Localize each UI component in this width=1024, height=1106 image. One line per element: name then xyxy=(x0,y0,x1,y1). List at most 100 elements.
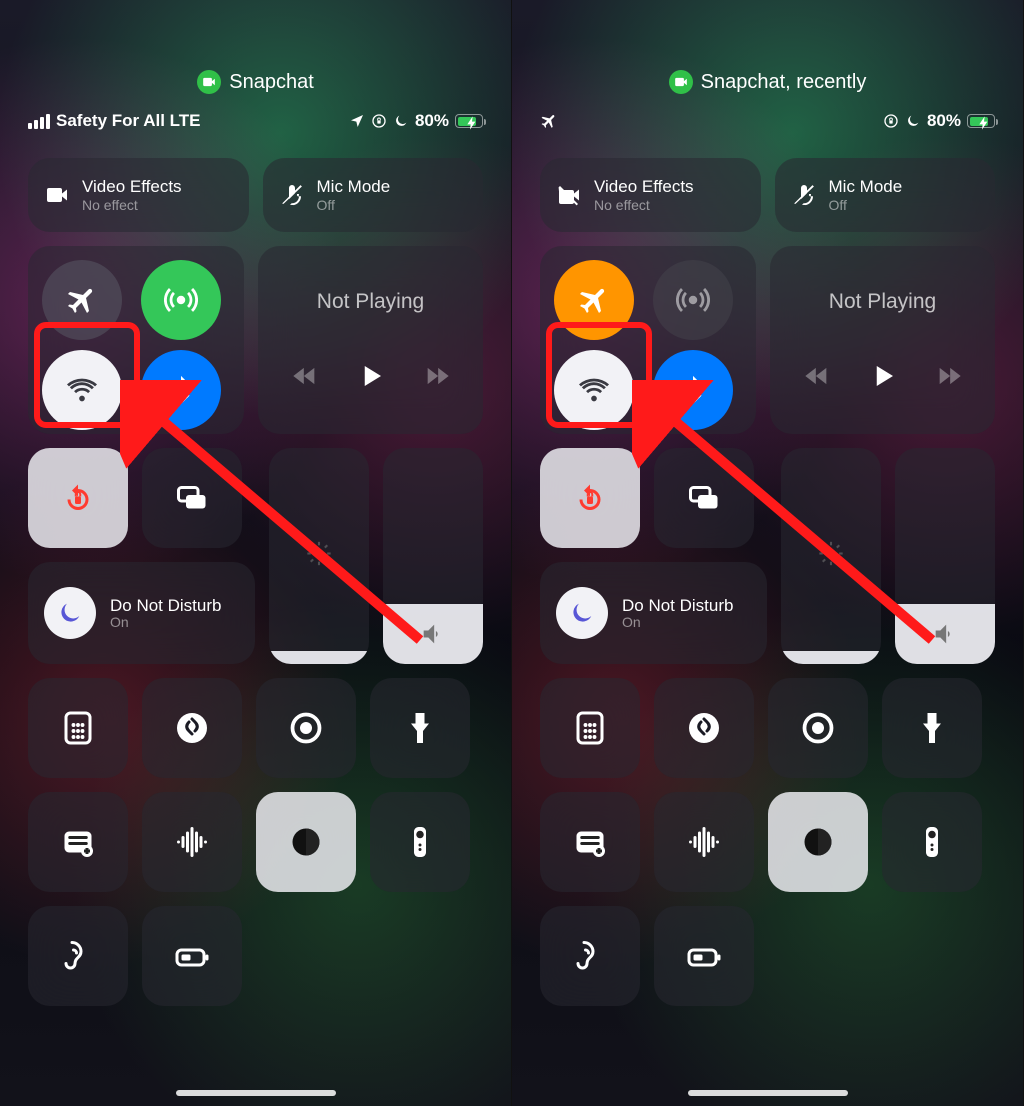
video-effects-tile[interactable]: Video EffectsNo effect xyxy=(540,158,761,232)
calculator-button[interactable] xyxy=(540,678,640,778)
video-effects-tile[interactable]: Video EffectsNo effect xyxy=(28,158,249,232)
sound-recognition-button[interactable] xyxy=(654,792,754,892)
now-playing-tile[interactable]: Not Playing xyxy=(258,246,483,434)
brightness-icon xyxy=(817,540,845,573)
bluetooth-toggle[interactable] xyxy=(653,350,733,430)
airplane-status-icon xyxy=(536,108,561,133)
cellular-data-toggle[interactable] xyxy=(653,260,733,340)
volume-icon xyxy=(419,620,447,648)
calculator-button[interactable] xyxy=(28,678,128,778)
low-power-toggle[interactable] xyxy=(142,906,242,1006)
video-effects-sub: No effect xyxy=(82,197,182,213)
play-button[interactable] xyxy=(868,361,898,396)
battery-icon xyxy=(455,114,483,128)
camera-indicator: Snapchat xyxy=(28,70,483,94)
orientation-lock-toggle[interactable] xyxy=(28,448,128,548)
video-effects-off-icon xyxy=(556,182,582,208)
signal-bars-icon xyxy=(28,114,50,129)
shazam-button[interactable] xyxy=(142,678,242,778)
location-icon xyxy=(349,113,365,129)
screen-record-button[interactable] xyxy=(768,678,868,778)
battery-icon xyxy=(967,114,995,128)
dnd-title: Do Not Disturb xyxy=(110,596,221,615)
wifi-toggle[interactable] xyxy=(554,350,634,430)
control-center-after: Snapchat, recently 80% Video EffectsNo e… xyxy=(512,0,1024,1106)
dnd-icon xyxy=(44,587,96,639)
now-playing-label: Not Playing xyxy=(272,290,469,314)
dnd-sub: On xyxy=(622,615,733,631)
rewind-button[interactable] xyxy=(803,362,831,395)
volume-slider[interactable] xyxy=(895,448,995,664)
screen-record-button[interactable] xyxy=(256,678,356,778)
low-power-toggle[interactable] xyxy=(654,906,754,1006)
status-bar: 80% xyxy=(540,110,995,132)
camera-indicator: Snapchat, recently xyxy=(540,70,995,94)
now-playing-label: Not Playing xyxy=(784,290,981,314)
dnd-icon xyxy=(556,587,608,639)
airplane-mode-toggle[interactable] xyxy=(42,260,122,340)
apple-tv-remote-button[interactable] xyxy=(370,792,470,892)
camera-app-label: Snapchat xyxy=(229,71,314,94)
focus-tile[interactable]: Do Not DisturbOn xyxy=(540,562,767,664)
video-effects-title: Video Effects xyxy=(594,177,694,197)
airplay-icon[interactable] xyxy=(959,258,983,282)
cellular-data-toggle[interactable] xyxy=(141,260,221,340)
home-indicator[interactable] xyxy=(688,1090,848,1096)
dark-mode-toggle[interactable] xyxy=(256,792,356,892)
flashlight-button[interactable] xyxy=(882,678,982,778)
rewind-button[interactable] xyxy=(291,362,319,395)
status-bar: Safety For All LTE 80% xyxy=(28,110,483,132)
video-effects-title: Video Effects xyxy=(82,177,182,197)
mic-mode-sub: Off xyxy=(829,197,903,213)
mic-mode-sub: Off xyxy=(317,197,391,213)
dnd-title: Do Not Disturb xyxy=(622,596,733,615)
orientation-lock-icon xyxy=(883,113,899,129)
quick-note-button[interactable] xyxy=(28,792,128,892)
apple-tv-remote-button[interactable] xyxy=(882,792,982,892)
hearing-button[interactable] xyxy=(540,906,640,1006)
hearing-button[interactable] xyxy=(28,906,128,1006)
mic-mode-icon xyxy=(279,182,305,208)
mic-mode-tile[interactable]: Mic ModeOff xyxy=(263,158,484,232)
play-button[interactable] xyxy=(356,361,386,396)
dark-mode-toggle[interactable] xyxy=(768,792,868,892)
camera-active-icon xyxy=(197,70,221,94)
video-effects-sub: No effect xyxy=(594,197,694,213)
video-effects-icon xyxy=(44,182,70,208)
connectivity-tile[interactable] xyxy=(540,246,756,434)
battery-pct: 80% xyxy=(415,111,449,131)
sound-recognition-button[interactable] xyxy=(142,792,242,892)
mic-mode-icon xyxy=(791,182,817,208)
camera-app-label: Snapchat, recently xyxy=(701,71,867,94)
airplane-mode-toggle[interactable] xyxy=(554,260,634,340)
focus-tile[interactable]: Do Not DisturbOn xyxy=(28,562,255,664)
bluetooth-toggle[interactable] xyxy=(141,350,221,430)
moon-icon xyxy=(393,113,409,129)
brightness-icon xyxy=(305,540,333,573)
mic-mode-title: Mic Mode xyxy=(317,177,391,197)
camera-active-icon xyxy=(669,70,693,94)
connectivity-tile[interactable] xyxy=(28,246,244,434)
battery-pct: 80% xyxy=(927,111,961,131)
volume-icon xyxy=(931,620,959,648)
brightness-slider[interactable] xyxy=(781,448,881,664)
control-center-before: Snapchat Safety For All LTE 80% Video Ef… xyxy=(0,0,512,1106)
airplay-icon[interactable] xyxy=(447,258,471,282)
screen-mirroring-button[interactable] xyxy=(142,448,242,548)
screen-mirroring-button[interactable] xyxy=(654,448,754,548)
volume-slider[interactable] xyxy=(383,448,483,664)
brightness-slider[interactable] xyxy=(269,448,369,664)
mic-mode-title: Mic Mode xyxy=(829,177,903,197)
mic-mode-tile[interactable]: Mic ModeOff xyxy=(775,158,996,232)
dnd-sub: On xyxy=(110,615,221,631)
wifi-toggle[interactable] xyxy=(42,350,122,430)
quick-note-button[interactable] xyxy=(540,792,640,892)
home-indicator[interactable] xyxy=(176,1090,336,1096)
now-playing-tile[interactable]: Not Playing xyxy=(770,246,995,434)
shazam-button[interactable] xyxy=(654,678,754,778)
flashlight-button[interactable] xyxy=(370,678,470,778)
carrier-label: Safety For All LTE xyxy=(56,111,201,131)
orientation-lock-icon xyxy=(371,113,387,129)
moon-icon xyxy=(905,113,921,129)
orientation-lock-toggle[interactable] xyxy=(540,448,640,548)
